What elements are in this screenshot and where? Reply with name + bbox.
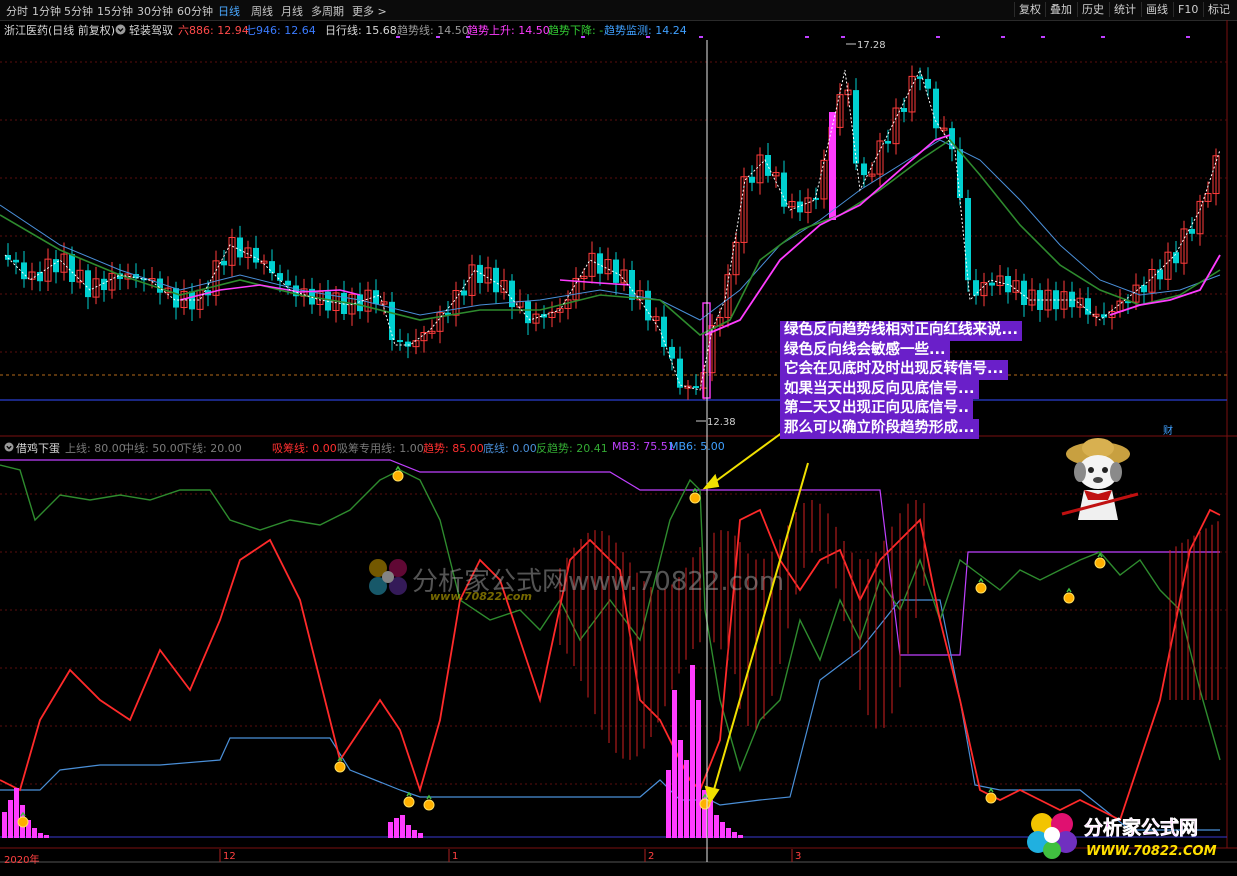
annotation-line: 它会在见底时及时出现反转信号... <box>780 360 1008 380</box>
center-watermark: 分析家公式网www.70822.com www.70822.com <box>369 559 784 603</box>
gold-coin-icon <box>689 487 701 504</box>
low-price-marker: 12.38 <box>696 417 736 428</box>
gold-coin-icon <box>392 465 404 482</box>
annotation-line: 第二天又出现正向见底信号.. <box>780 399 974 419</box>
logo-name: 分析家公式网 <box>1084 816 1198 839</box>
annotation-line: 绿色反向线会敏感一些... <box>780 340 950 361</box>
flower-logo-icon <box>369 559 407 595</box>
time-axis-ticks <box>219 849 793 862</box>
annotation-line: 绿色反向趋势线相对正向红线来说... <box>780 321 1023 341</box>
high-price-marker: 17.28 <box>846 40 886 51</box>
gold-coin-icon <box>403 791 415 808</box>
annotation-line: 如果当天出现反向见底信号... <box>780 379 979 400</box>
doctor-mascot-icon <box>1061 438 1139 520</box>
cai-badge[interactable]: 财 <box>1163 424 1173 437</box>
gold-coin-icon <box>975 577 987 594</box>
annotation-line: 那么可以确立阶段趋势形成... <box>780 418 979 439</box>
chart-window: 分时 1分钟 5分钟 15分钟 30分钟 60分钟 日线 周线 月线 多周期 更… <box>0 0 1237 876</box>
low-price-label: 12.38 <box>707 417 736 428</box>
sub-indicator-pane <box>0 459 1221 838</box>
high-price-label: 17.28 <box>857 40 886 51</box>
annotation-callout: 绿色反向趋势线相对正向红线来说... 绿色反向线会敏感一些... 它会在见底时及… <box>780 321 1080 439</box>
gold-coin-icon <box>985 787 997 804</box>
watermark-url: www.70822.com <box>430 590 532 603</box>
gold-coin-icon <box>423 794 435 811</box>
gold-coin-icon <box>1063 587 1075 604</box>
